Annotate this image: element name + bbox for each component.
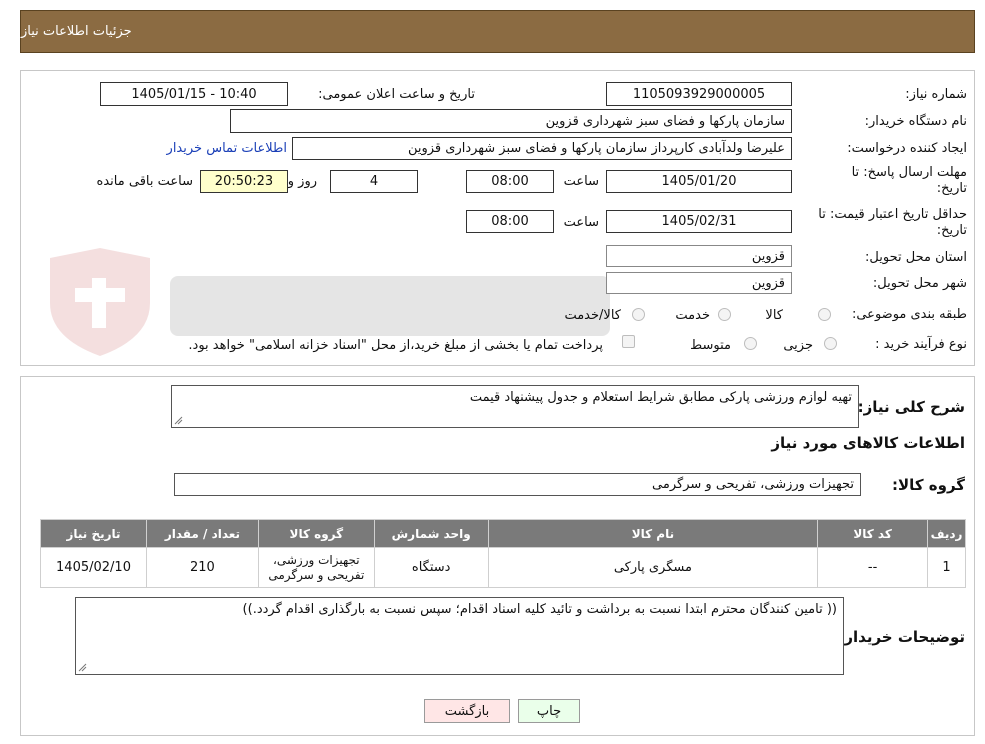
description-label: شرح کلی نیاز: bbox=[857, 398, 965, 416]
goods-table-header: ردیف کد کالا نام کالا واحد شمارش گروه کا… bbox=[40, 519, 966, 548]
process-radio-minor[interactable] bbox=[824, 337, 837, 350]
province-field: قزوین bbox=[606, 245, 792, 267]
remaining-time-field: 20:50:23 bbox=[200, 170, 288, 193]
col-unit: واحد شمارش bbox=[373, 519, 489, 548]
cell-need-date: 1405/02/10 bbox=[40, 547, 147, 588]
treasury-checkbox[interactable] bbox=[622, 335, 635, 348]
process-option-minor: جزیی bbox=[783, 338, 813, 353]
validity-date-field: 1405/02/31 bbox=[606, 210, 792, 233]
deadline-time-label: ساعت bbox=[563, 174, 599, 189]
requester-field: علیرضا ولدآبادی کارپرداز سازمان پارکها و… bbox=[292, 137, 792, 160]
description-text: تهیه لوازم ورزشی پارکی مطابق شرایط استعل… bbox=[469, 390, 852, 405]
deadline-date-field: 1405/01/20 bbox=[606, 170, 792, 193]
goods-group-label: گروه کالا: bbox=[892, 476, 965, 494]
buyer-notes-field: (( تامین کنندگان محترم ابتدا نسبت به برد… bbox=[75, 597, 844, 675]
announce-field: 1405/01/15 - 10:40 bbox=[100, 82, 288, 106]
buyer-notes-label: توضیحات خریدار: bbox=[838, 628, 965, 646]
validity-label-line2: تاریخ: bbox=[936, 223, 967, 238]
col-row: ردیف bbox=[927, 519, 966, 548]
table-row: 1 -- مسگری پارکی دستگاه تجهیزات ورزشی، ت… bbox=[40, 547, 966, 588]
description-field: تهیه لوازم ورزشی پارکی مطابق شرایط استعل… bbox=[171, 385, 859, 428]
print-button[interactable]: چاپ bbox=[518, 699, 580, 723]
back-button[interactable]: بازگشت bbox=[424, 699, 510, 723]
page-title: جزئیات اطلاعات نیاز bbox=[21, 24, 132, 39]
cell-row: 1 bbox=[927, 547, 966, 588]
cell-quantity: 210 bbox=[146, 547, 259, 588]
category-option-goods: کالا bbox=[765, 308, 783, 323]
validity-time-field: 08:00 bbox=[466, 210, 554, 233]
cell-code: -- bbox=[817, 547, 929, 588]
cell-unit: دستگاه bbox=[373, 547, 489, 588]
announce-label: تاریخ و ساعت اعلان عمومی: bbox=[318, 87, 475, 102]
remaining-label: ساعت باقی مانده bbox=[96, 174, 193, 189]
deadline-label: مهلت ارسال پاسخ: تا تاریخ: bbox=[852, 165, 967, 197]
need-number-field: 1105093929000005 bbox=[606, 82, 792, 106]
validity-time-label: ساعت bbox=[563, 215, 599, 230]
resize-grip-icon[interactable] bbox=[174, 416, 183, 425]
goods-group-field: تجهیزات ورزشی، تفریحی و سرگرمی bbox=[174, 473, 861, 496]
buyer-notes-text: (( تامین کنندگان محترم ابتدا نسبت به برد… bbox=[242, 602, 837, 617]
col-quantity: تعداد / مقدار bbox=[146, 519, 259, 548]
buyer-org-label: نام دستگاه خریدار: bbox=[864, 114, 967, 129]
buyer-contact-link[interactable]: اطلاعات تماس خریدار bbox=[167, 141, 287, 156]
cell-group: تجهیزات ورزشی، تفریحی و سرگرمی bbox=[257, 547, 375, 588]
goods-section-title: اطلاعات کالاهای مورد نیاز bbox=[771, 434, 965, 452]
validity-label-line1: حداقل تاریخ اعتبار قیمت: تا bbox=[818, 207, 967, 222]
province-label: استان محل تحویل: bbox=[865, 250, 967, 265]
goods-table: ردیف کد کالا نام کالا واحد شمارش گروه کا… bbox=[40, 519, 966, 588]
validity-label: حداقل تاریخ اعتبار قیمت: تا تاریخ: bbox=[818, 207, 967, 239]
process-option-medium: متوسط bbox=[690, 338, 731, 353]
deadline-time-field: 08:00 bbox=[466, 170, 554, 193]
treasury-note: پرداخت تمام یا بخشی از مبلغ خرید،از محل … bbox=[188, 338, 603, 353]
category-radio-goods-service[interactable] bbox=[632, 308, 645, 321]
buyer-org-field: سازمان پارکها و فضای سبز شهرداری قزوین bbox=[230, 109, 792, 133]
col-group: گروه کالا bbox=[257, 519, 375, 548]
category-option-goods-service: کالا/خدمت bbox=[564, 308, 621, 323]
days-label: روز و bbox=[287, 174, 317, 189]
city-label: شهر محل تحویل: bbox=[872, 276, 967, 291]
col-code: کد کالا bbox=[817, 519, 929, 548]
requester-label: ایجاد کننده درخواست: bbox=[847, 141, 967, 156]
resize-grip-icon[interactable] bbox=[78, 663, 87, 672]
page-header: جزئیات اطلاعات نیاز bbox=[20, 10, 975, 53]
deadline-label-line2: تاریخ: bbox=[936, 181, 967, 196]
category-radio-service[interactable] bbox=[718, 308, 731, 321]
col-need-date: تاریخ نیاز bbox=[40, 519, 147, 548]
city-field: قزوین bbox=[606, 272, 792, 294]
category-option-service: خدمت bbox=[675, 308, 710, 323]
category-label: طبقه بندی موضوعی: bbox=[851, 307, 967, 322]
process-radio-medium[interactable] bbox=[744, 337, 757, 350]
deadline-label-line1: مهلت ارسال پاسخ: تا bbox=[851, 165, 967, 180]
days-field: 4 bbox=[330, 170, 418, 193]
need-number-label: شماره نیاز: bbox=[905, 87, 967, 102]
process-label: نوع فرآیند خرید : bbox=[875, 337, 967, 352]
cell-name: مسگری پارکی bbox=[487, 547, 819, 588]
category-radio-goods[interactable] bbox=[818, 308, 831, 321]
col-name: نام کالا bbox=[487, 519, 819, 548]
